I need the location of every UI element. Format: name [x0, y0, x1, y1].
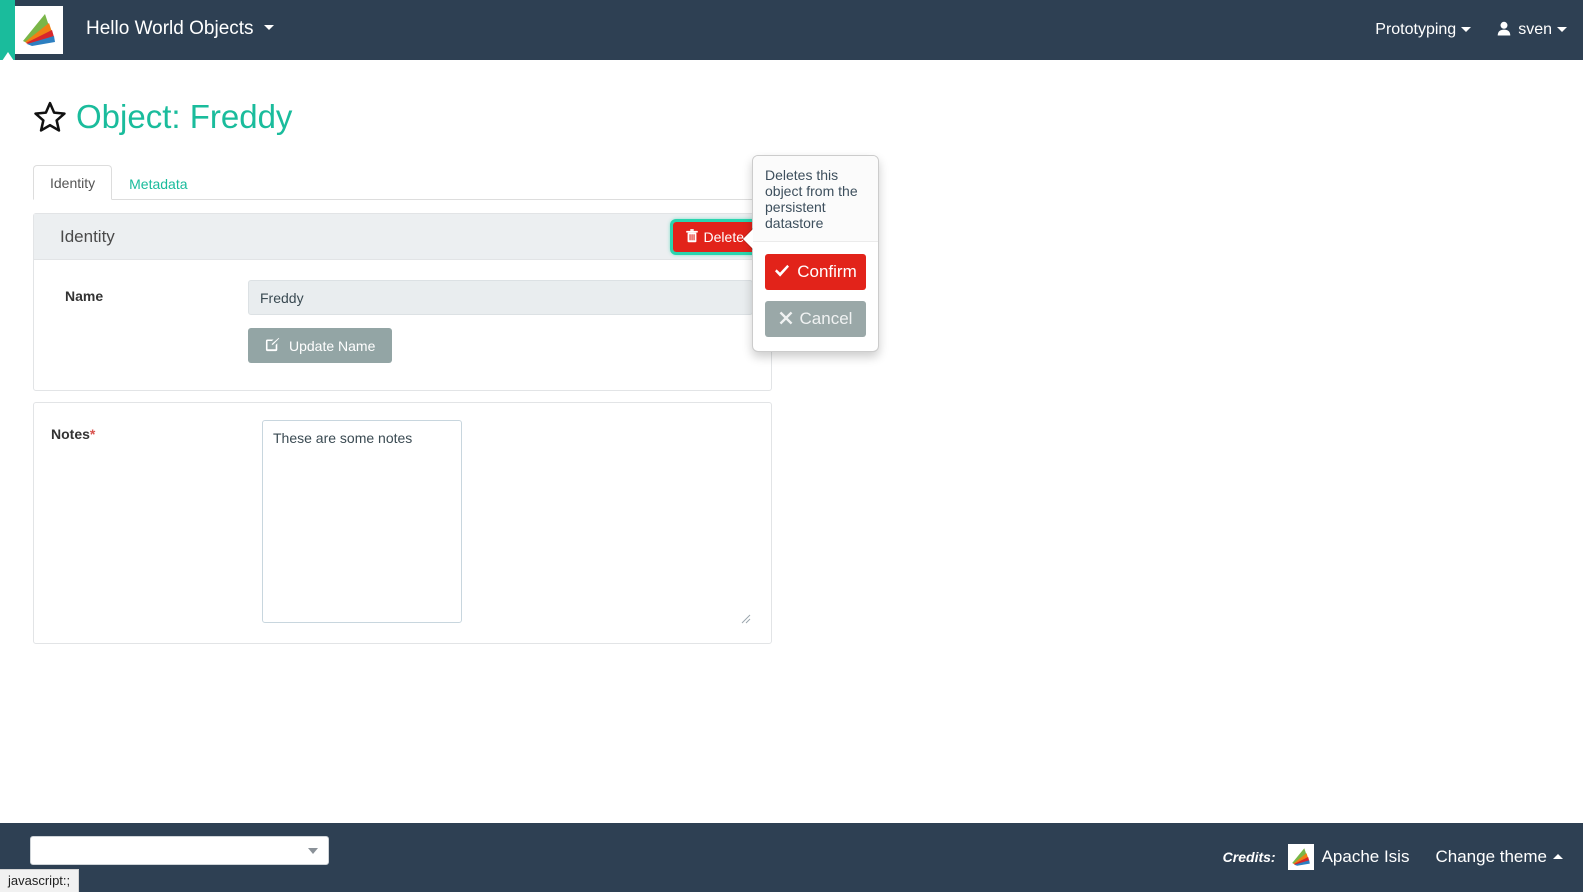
check-icon: [774, 264, 790, 281]
caret-down-icon: [263, 25, 274, 31]
user-icon: [1497, 21, 1511, 40]
delete-confirmation-popover: Deletes this object from the persistent …: [742, 155, 879, 352]
confirm-button[interactable]: Confirm: [765, 254, 866, 290]
change-theme-label: Change theme: [1435, 847, 1547, 866]
popover-arrow-inner-icon: [743, 229, 753, 249]
star-outline-icon[interactable]: [33, 100, 67, 134]
object-tabs: Identity Metadata: [33, 165, 770, 200]
caret-down-icon: [1461, 26, 1472, 32]
credits-apache-isis-link[interactable]: Apache Isis: [1287, 844, 1410, 870]
update-name-button-label: Update Name: [289, 337, 376, 354]
notes-field-label: Notes*: [51, 420, 262, 626]
menu-user-label: sven: [1518, 21, 1552, 38]
delete-button-label: Delete: [703, 228, 744, 245]
cancel-button-label: Cancel: [799, 309, 853, 328]
change-theme-menu[interactable]: Change theme: [1435, 847, 1563, 867]
edit-pencil-square-icon: [265, 337, 280, 354]
required-marker: *: [89, 426, 96, 442]
update-name-button[interactable]: Update Name: [248, 328, 393, 363]
notes-textarea[interactable]: [262, 420, 462, 623]
identity-panel: Identity Delete Name Freddy Update Name: [33, 213, 772, 391]
trash-icon: [685, 228, 698, 245]
notes-textarea-wrap: [262, 420, 754, 626]
credits-label: Credits:: [1222, 849, 1276, 865]
name-value-text: Freddy: [260, 289, 304, 306]
textarea-resize-handle-icon[interactable]: [739, 611, 751, 624]
menu-prototyping[interactable]: Prototyping: [1375, 21, 1472, 39]
page-footer: Credits: Apache Isis Change theme: [0, 823, 1583, 892]
page-title: Object: Freddy: [76, 98, 293, 135]
popover-content: Confirm Cancel: [753, 242, 878, 351]
navbar-brand-link[interactable]: Hello World Objects: [86, 18, 274, 40]
cancel-button[interactable]: Cancel: [765, 301, 866, 337]
notes-panel-body: Notes*: [34, 403, 771, 643]
menu-prototyping-label: Prototyping: [1375, 21, 1457, 38]
identity-panel-heading: Identity Delete: [34, 214, 771, 260]
caret-down-icon: [308, 848, 318, 854]
notes-label-text: Notes: [51, 426, 90, 442]
navbar-right-group: Prototyping sven: [1375, 0, 1567, 60]
name-field-label: Name: [65, 288, 104, 304]
top-navbar: Hello World Objects Prototyping sven: [0, 0, 1583, 61]
tab-identity[interactable]: Identity: [33, 165, 113, 200]
identity-panel-body: Name Freddy Update Name: [34, 260, 771, 383]
confirm-button-label: Confirm: [797, 262, 857, 281]
name-value-display[interactable]: Freddy: [248, 280, 753, 315]
credits-link-label: Apache Isis: [1321, 847, 1410, 866]
caret-up-icon: [1553, 853, 1563, 859]
footer-right-group: Credits: Apache Isis Change theme: [1223, 844, 1563, 870]
footer-select[interactable]: [30, 836, 329, 865]
times-icon: [779, 311, 793, 328]
tab-identity-label: Identity: [50, 175, 96, 191]
popover-title: Deletes this object from the persistent …: [753, 156, 878, 242]
apache-isis-logo-glyph: [23, 14, 55, 46]
brand-accent-strip: [0, 0, 15, 61]
tab-metadata-label: Metadata: [129, 176, 188, 192]
caret-down-icon: [1557, 26, 1567, 32]
tab-metadata[interactable]: Metadata: [112, 166, 204, 200]
name-property-row: Name Freddy Update Name: [52, 280, 753, 363]
browser-status-tooltip: javascript:;: [0, 869, 80, 892]
name-property-value: Freddy Update Name: [248, 280, 753, 363]
apache-isis-logo-icon: [1287, 844, 1314, 870]
identity-panel-title: Identity: [60, 226, 115, 246]
notes-panel: Notes*: [33, 402, 772, 644]
page-title-row: Object: Freddy: [33, 98, 292, 136]
navbar-brand-label: Hello World Objects: [86, 18, 254, 39]
menu-user[interactable]: sven: [1497, 21, 1567, 40]
apache-isis-logo-icon[interactable]: [15, 6, 63, 54]
